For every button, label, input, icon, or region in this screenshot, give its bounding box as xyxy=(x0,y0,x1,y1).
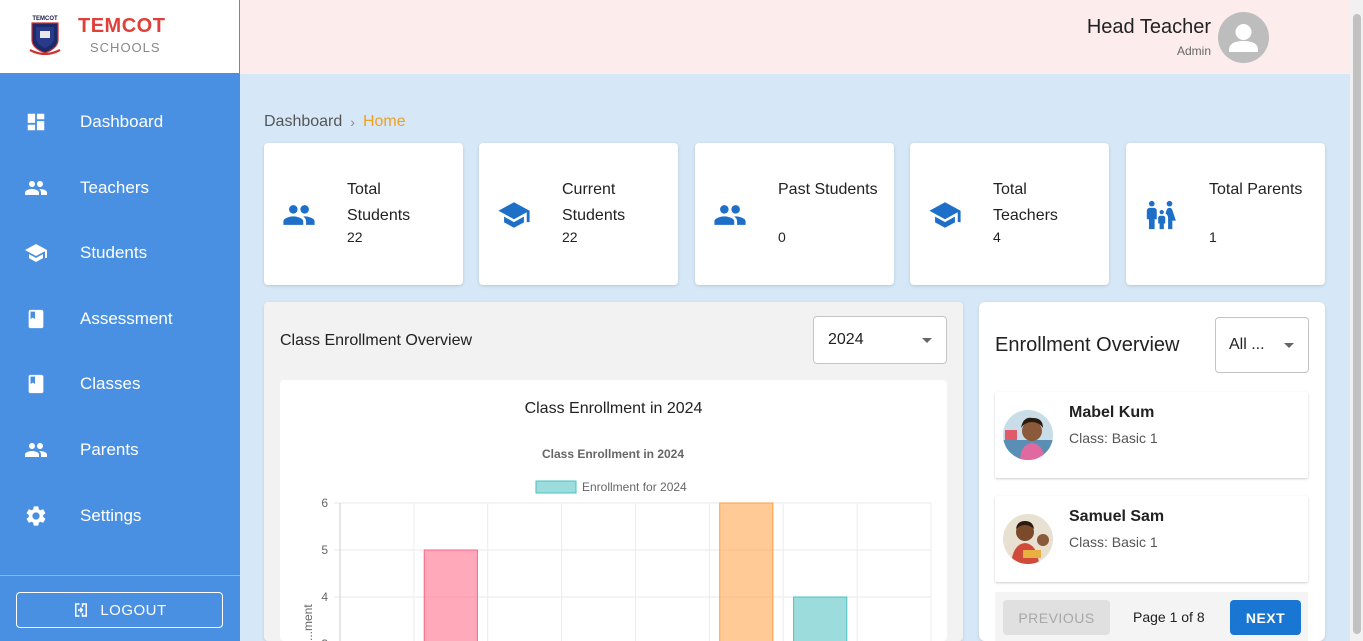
y-axis-label: ...ment xyxy=(301,604,315,641)
brand-title: TEMCOT xyxy=(78,15,166,37)
logo-area: TEMCOT TEMCOT SCHOOLS xyxy=(0,0,240,73)
sidebar-item-dashboard[interactable]: Dashboard xyxy=(0,97,240,147)
gear-icon xyxy=(24,504,48,528)
year-select-value: 2024 xyxy=(828,331,864,348)
student-photo xyxy=(1003,514,1053,564)
family-icon xyxy=(1144,200,1178,230)
student-card[interactable]: Mabel Kum Class: Basic 1 xyxy=(995,392,1308,478)
people-icon xyxy=(24,438,48,462)
sidebar-item-label: Settings xyxy=(80,506,142,525)
sidebar-item-classes[interactable]: Classes xyxy=(0,359,240,409)
sidebar-item-label: Students xyxy=(80,243,148,262)
stat-label: Total Parents xyxy=(1209,181,1303,198)
caret-down-icon xyxy=(1284,343,1294,348)
previous-button[interactable]: PREVIOUS xyxy=(1003,600,1110,635)
sidebar-item-teachers[interactable]: Teachers xyxy=(0,163,240,213)
sidebar-item-label: Teachers xyxy=(80,178,149,197)
filter-select-value: All ... xyxy=(1229,336,1265,353)
people-icon xyxy=(282,200,316,230)
stat-value: 22 xyxy=(562,229,578,245)
y-tick-label: 5 xyxy=(321,543,328,557)
filter-select[interactable]: All ... xyxy=(1215,317,1309,373)
student-name: Mabel Kum xyxy=(1069,404,1155,421)
student-class: Class: Basic 1 xyxy=(1069,430,1158,446)
avatar[interactable] xyxy=(1218,12,1269,63)
school-icon xyxy=(497,200,531,230)
stat-label: Past Students xyxy=(778,181,878,198)
sidebar-item-label: Assessment xyxy=(80,309,173,328)
stat-value: 1 xyxy=(1209,229,1217,245)
bar xyxy=(423,549,478,641)
brand-subtitle: SCHOOLS xyxy=(90,40,161,55)
people-icon xyxy=(24,176,48,200)
page-scrollbar[interactable] xyxy=(1350,0,1363,641)
stat-label: Total Students xyxy=(347,181,411,224)
stat-label: Current Students xyxy=(562,181,626,224)
stat-card-total-students: Total Students 22 xyxy=(264,143,463,285)
stat-value: 0 xyxy=(778,229,786,245)
caret-down-icon xyxy=(922,338,932,343)
logout-icon xyxy=(75,603,88,617)
chevron-right-icon: › xyxy=(350,114,355,130)
user-name: Head Teacher xyxy=(1086,16,1211,38)
enrollment-overview-panel: Enrollment Overview All ... Mabel Kum Cl… xyxy=(979,302,1325,641)
stat-value: 4 xyxy=(993,229,1001,245)
stat-card-total-parents: Total Parents 1 xyxy=(1126,143,1325,285)
y-tick-label: 3 xyxy=(321,637,328,641)
sidebar-item-students[interactable]: Students xyxy=(0,228,240,278)
panel-title: Enrollment Overview xyxy=(995,334,1180,356)
student-photo xyxy=(1003,410,1053,460)
legend-label: Enrollment for 2024 xyxy=(582,480,687,494)
logout-button[interactable]: LOGOUT xyxy=(16,592,223,628)
scrollbar-thumb[interactable] xyxy=(1353,14,1361,634)
breadcrumb: Dashboard › Home xyxy=(264,113,406,131)
user-avatar-icon xyxy=(1229,24,1258,52)
legend-swatch xyxy=(535,480,577,494)
pagination: PREVIOUS Page 1 of 8 NEXT xyxy=(995,592,1308,641)
people-icon xyxy=(713,200,747,230)
stat-card-total-teachers: Total Teachers 4 xyxy=(910,143,1109,285)
sidebar: TEMCOT TEMCOT SCHOOLS Dashboard Teachers… xyxy=(0,0,240,641)
book-icon xyxy=(24,372,48,396)
year-select[interactable]: 2024 xyxy=(813,316,947,364)
panel-title: Class Enrollment Overview xyxy=(280,332,473,349)
breadcrumb-current: Home xyxy=(362,113,406,130)
sidebar-divider xyxy=(0,575,240,576)
sidebar-item-parents[interactable]: Parents xyxy=(0,425,240,475)
class-enrollment-panel: Class Enrollment Overview 2024 Class Enr… xyxy=(264,302,963,641)
y-tick-label: 6 xyxy=(321,496,328,510)
stat-value: 22 xyxy=(347,229,363,245)
chart-heading: Class Enrollment in 2024 xyxy=(524,400,703,417)
crest-text: TEMCOT xyxy=(32,16,58,22)
student-card[interactable]: Samuel Sam Class: Basic 1 xyxy=(995,496,1308,582)
next-button[interactable]: NEXT xyxy=(1230,600,1301,635)
sidebar-item-label: Classes xyxy=(80,374,141,393)
sidebar-item-label: Parents xyxy=(80,440,139,459)
book-icon xyxy=(24,307,48,331)
y-tick-label: 4 xyxy=(321,590,328,604)
bar xyxy=(719,502,774,641)
top-header: Head Teacher Admin xyxy=(240,0,1350,74)
breadcrumb-root[interactable]: Dashboard xyxy=(264,113,342,131)
student-name: Samuel Sam xyxy=(1069,508,1165,525)
bar xyxy=(793,596,848,641)
stat-card-past-students: Past Students 0 xyxy=(695,143,894,285)
chart-card: Class Enrollment in 2024 Class Enrollmen… xyxy=(280,380,947,641)
chart-title: Class Enrollment in 2024 xyxy=(542,447,684,461)
logout-label: LOGOUT xyxy=(100,601,167,619)
user-role: Admin xyxy=(1176,44,1211,58)
page-info: Page 1 of 8 xyxy=(1133,609,1205,625)
sidebar-item-label: Dashboard xyxy=(80,112,164,131)
student-class: Class: Basic 1 xyxy=(1069,534,1158,550)
stat-card-current-students: Current Students 22 xyxy=(479,143,678,285)
school-crest-logo: TEMCOT xyxy=(26,14,64,56)
sidebar-item-settings[interactable]: Settings xyxy=(0,491,240,541)
bar-chart: Class Enrollment in 2024 Enrollment for 2… xyxy=(301,447,932,641)
dashboard-icon xyxy=(24,110,48,134)
stat-label: Total Teachers xyxy=(993,181,1058,224)
school-icon xyxy=(24,241,48,265)
sidebar-item-assessment[interactable]: Assessment xyxy=(0,294,240,344)
school-icon xyxy=(928,200,962,230)
